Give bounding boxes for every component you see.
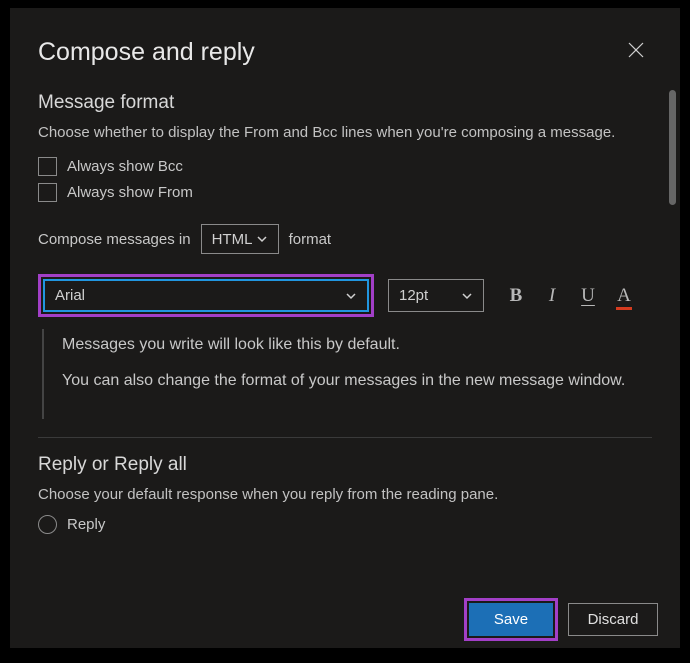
reply-section-title: Reply or Reply all — [38, 454, 652, 476]
discard-button[interactable]: Discard — [568, 603, 658, 636]
font-size-dropdown[interactable]: 12pt — [388, 279, 484, 312]
radio-icon — [38, 515, 57, 534]
italic-button[interactable]: I — [542, 285, 562, 307]
save-button[interactable]: Save — [469, 603, 553, 636]
font-preview-box: Messages you write will look like this b… — [42, 329, 652, 419]
message-format-title: Message format — [38, 92, 652, 114]
preview-line-2: You can also change the format of your m… — [62, 369, 652, 393]
panel-title: Compose and reply — [38, 38, 255, 67]
font-dropdown-highlight: Arial — [38, 274, 374, 317]
bcc-label: Always show Bcc — [67, 158, 183, 175]
font-size-value: 12pt — [399, 287, 428, 304]
compose-suffix: format — [289, 231, 332, 248]
reply-section-description: Choose your default response when you re… — [38, 484, 652, 505]
panel-footer: Save Discard — [10, 590, 680, 648]
scrollbar-track[interactable] — [669, 90, 677, 590]
save-button-highlight: Save — [464, 598, 558, 641]
from-label: Always show From — [67, 184, 193, 201]
font-family-dropdown[interactable]: Arial — [43, 279, 369, 312]
font-family-value: Arial — [55, 287, 85, 304]
checkbox-icon — [38, 157, 57, 176]
scrollbar-thumb[interactable] — [669, 90, 676, 205]
always-show-from-checkbox[interactable]: Always show From — [38, 183, 652, 202]
close-icon — [628, 42, 644, 63]
checkbox-icon — [38, 183, 57, 202]
bold-button[interactable]: B — [506, 285, 526, 307]
scroll-area[interactable]: Message format Choose whether to display… — [10, 80, 680, 585]
compose-format-dropdown[interactable]: HTML — [201, 224, 279, 254]
chevron-down-icon — [461, 290, 473, 302]
compose-format-row: Compose messages in HTML format — [38, 224, 652, 254]
preview-line-1: Messages you write will look like this b… — [62, 333, 652, 357]
compose-prefix: Compose messages in — [38, 231, 191, 248]
message-format-description: Choose whether to display the From and B… — [38, 122, 652, 143]
reply-option-label: Reply — [67, 516, 105, 533]
underline-button[interactable]: U — [578, 285, 598, 307]
settings-panel: Compose and reply Message format Choose … — [10, 8, 680, 648]
panel-header: Compose and reply — [10, 8, 680, 80]
font-color-button[interactable]: A — [614, 285, 634, 307]
text-format-buttons: B I U A — [506, 285, 634, 307]
always-show-bcc-checkbox[interactable]: Always show Bcc — [38, 157, 652, 176]
close-button[interactable] — [620, 36, 652, 68]
font-format-row: Arial 12pt B I U A — [38, 274, 652, 317]
reply-option-radio[interactable]: Reply — [38, 515, 652, 534]
compose-format-value: HTML — [212, 231, 253, 248]
section-divider — [38, 437, 652, 438]
chevron-down-icon — [256, 233, 268, 245]
chevron-down-icon — [345, 290, 357, 302]
